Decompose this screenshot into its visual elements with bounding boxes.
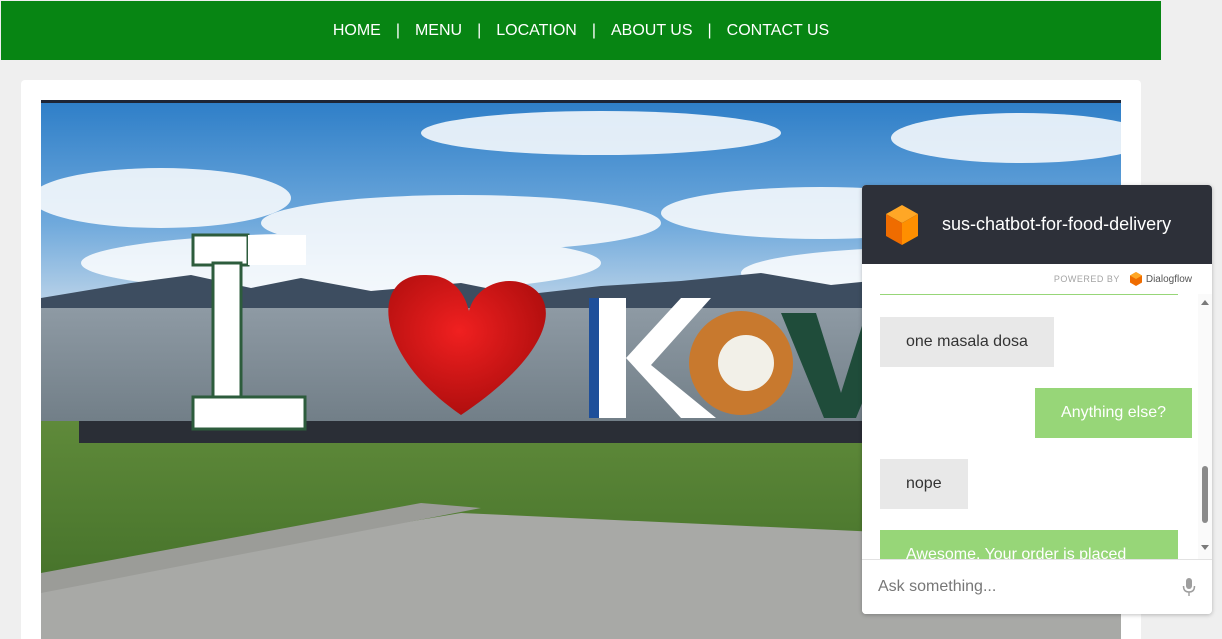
chat-input-row	[862, 559, 1212, 614]
chat-widget: sus-chatbot-for-food-delivery POWERED BY…	[862, 185, 1212, 614]
dialogflow-cube-icon	[886, 204, 918, 245]
nav-contact-link[interactable]: CONTACT US	[727, 22, 830, 40]
previous-message-edge	[880, 294, 1178, 295]
powered-by-brand: Dialogflow	[1145, 273, 1192, 285]
nav-separator: |	[591, 21, 596, 39]
user-message: one masala dosa	[880, 317, 1054, 367]
nav-separator: |	[707, 21, 712, 39]
powered-by-label: POWERED BY	[1053, 274, 1120, 284]
chat-message-list[interactable]: one masala dosa Anything else? nope Awes…	[862, 294, 1198, 559]
scrollbar-thumb[interactable]	[1202, 466, 1208, 523]
nav-home-link[interactable]: HOME	[333, 22, 381, 40]
chat-input[interactable]	[878, 578, 1182, 596]
nav-location-link[interactable]: LOCATION	[496, 22, 577, 40]
user-message: nope	[880, 459, 968, 509]
nav-separator: |	[477, 21, 482, 39]
bot-message: Anything else?	[1035, 388, 1192, 438]
chat-title: sus-chatbot-for-food-delivery	[942, 214, 1172, 234]
scroll-up-arrow-icon[interactable]	[1201, 300, 1209, 305]
bot-message: Awesome. Your order is placed	[880, 530, 1178, 559]
chat-header: sus-chatbot-for-food-delivery	[862, 185, 1212, 264]
top-navbar: HOME | MENU | LOCATION | ABOUT US | CONT…	[1, 1, 1161, 60]
chat-scrollbar[interactable]	[1198, 294, 1212, 559]
powered-by-bar: POWERED BY Dialogflow	[862, 264, 1212, 294]
nav-about-link[interactable]: ABOUT US	[611, 22, 693, 40]
nav-menu-link[interactable]: MENU	[415, 22, 462, 40]
dialogflow-logo-icon	[1129, 272, 1142, 286]
microphone-icon[interactable]	[1182, 577, 1196, 597]
scroll-down-arrow-icon[interactable]	[1201, 545, 1209, 550]
nav-separator: |	[395, 21, 400, 39]
